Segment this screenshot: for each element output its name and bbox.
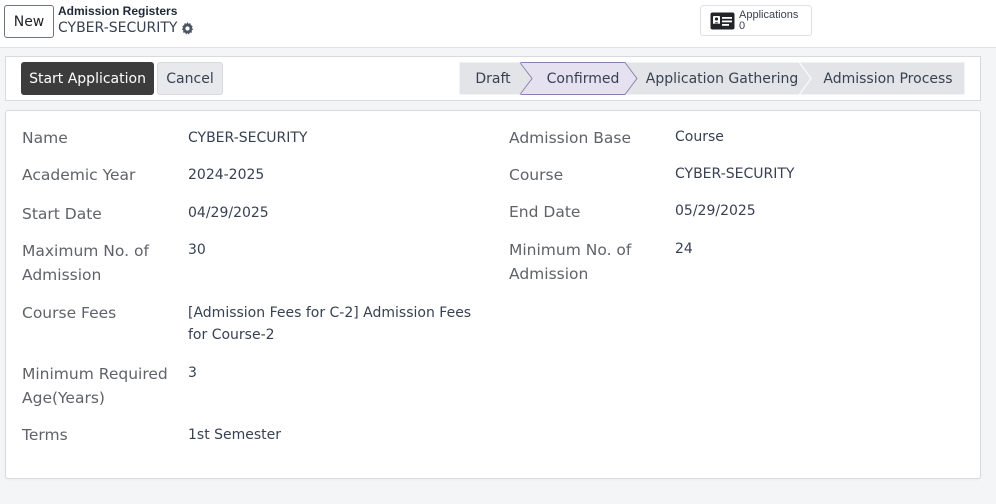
stage-confirmed[interactable]: Confirmed xyxy=(531,62,635,95)
applications-smart-button[interactable]: Applications 0 xyxy=(700,5,812,36)
smart-button-label: Applications xyxy=(739,8,799,21)
value-maximum-admission[interactable]: 30 xyxy=(188,239,206,261)
label-end-date: End Date xyxy=(509,203,581,221)
smart-button-count: 0 xyxy=(739,19,746,32)
stage-application-gathering[interactable]: Application Gathering xyxy=(637,62,807,95)
label-name: Name xyxy=(22,129,68,147)
form-statusbar: Start Application Cancel Draft Confirmed… xyxy=(5,56,981,101)
gear-icon[interactable] xyxy=(181,21,194,35)
value-terms[interactable]: 1st Semester xyxy=(188,424,281,446)
value-admission-base[interactable]: Course xyxy=(675,126,724,148)
new-button[interactable]: New xyxy=(4,5,54,38)
breadcrumb-current-title: CYBER-SECURITY xyxy=(58,20,178,36)
value-academic-year[interactable]: 2024-2025 xyxy=(188,164,264,186)
label-start-date: Start Date xyxy=(22,205,102,223)
start-application-button[interactable]: Start Application xyxy=(21,62,154,95)
label-maximum-admission: Maximum No. of Admission xyxy=(22,242,149,284)
id-card-icon xyxy=(710,12,735,29)
form-sheet: Name CYBER-SECURITY Academic Year 2024-2… xyxy=(5,110,981,479)
label-admission-base: Admission Base xyxy=(509,129,632,147)
stage-pipeline: Draft Confirmed Application Gathering Ad… xyxy=(459,62,965,95)
label-minimum-admission: Minimum No. of Admission xyxy=(509,241,632,283)
value-start-date[interactable]: 04/29/2025 xyxy=(188,202,269,224)
value-minimum-admission[interactable]: 24 xyxy=(675,238,693,260)
stage-draft[interactable]: Draft xyxy=(459,62,527,95)
value-name[interactable]: CYBER-SECURITY xyxy=(188,127,307,149)
label-terms: Terms xyxy=(22,426,68,444)
cancel-button[interactable]: Cancel xyxy=(157,62,223,95)
value-end-date[interactable]: 05/29/2025 xyxy=(675,200,756,222)
stage-admission-process[interactable]: Admission Process xyxy=(811,62,965,95)
control-panel: New Admission Registers CYBER-SECURITY A… xyxy=(0,0,996,48)
label-minimum-age: Minimum Required Age(Years) xyxy=(22,365,168,407)
value-course-fees[interactable]: [Admission Fees for C-2] Admission Fees … xyxy=(188,302,488,346)
label-academic-year: Academic Year xyxy=(22,166,136,184)
label-course-fees: Course Fees xyxy=(22,304,117,322)
breadcrumb-parent-link[interactable]: Admission Registers xyxy=(58,4,177,18)
label-course: Course xyxy=(509,166,564,184)
breadcrumb: CYBER-SECURITY xyxy=(58,20,194,36)
value-minimum-age[interactable]: 3 xyxy=(188,362,197,384)
value-course[interactable]: CYBER-SECURITY xyxy=(675,163,794,185)
